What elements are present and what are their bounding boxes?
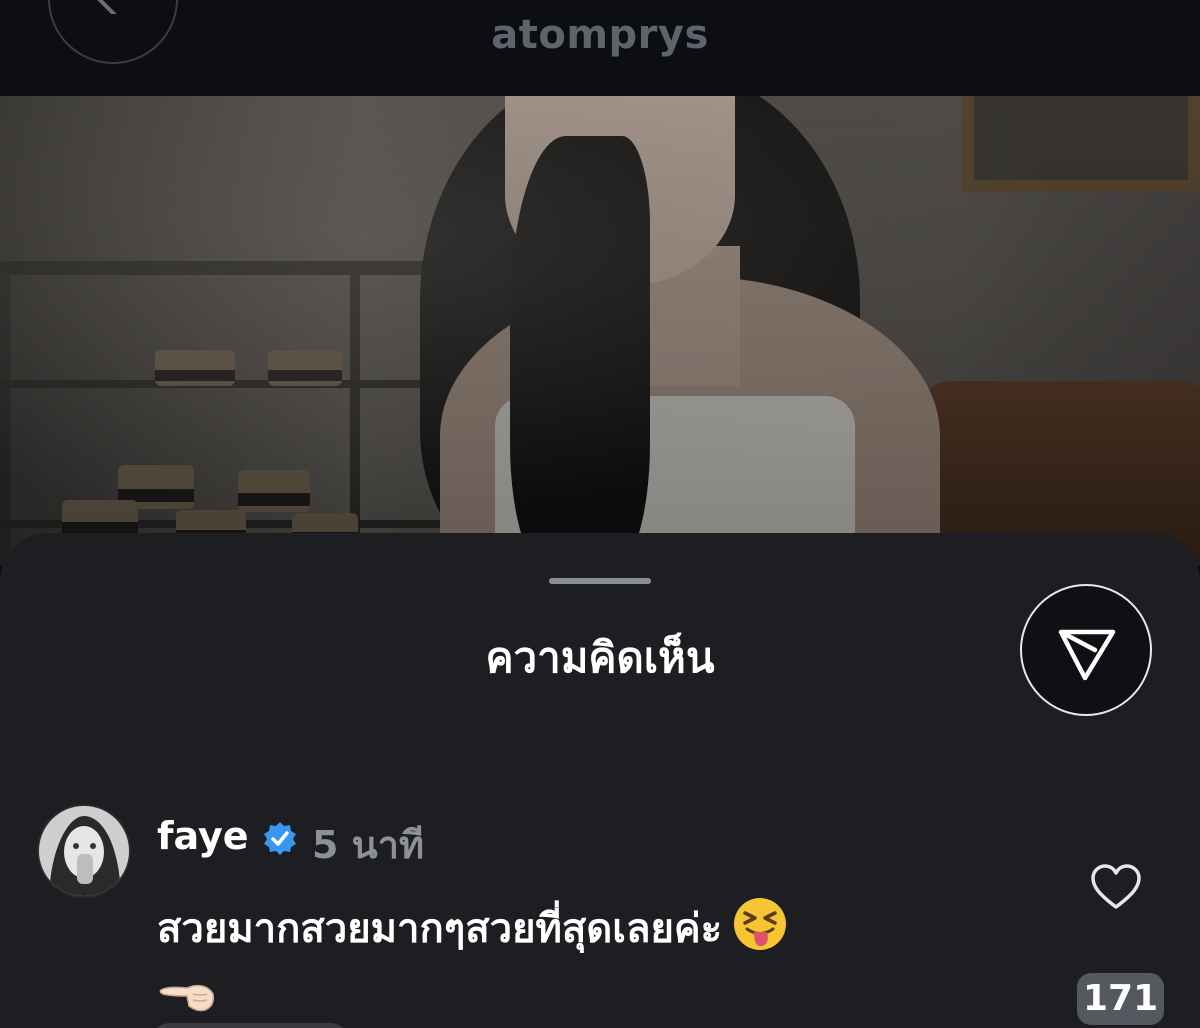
share-button[interactable] [1020,584,1152,716]
post-comments-screen: atomprys ความคิดเห็น faye 5 นาที สวยมากส… [0,0,1200,1028]
avatar[interactable] [37,804,131,898]
comment-text: สวยมากสวยมากๆสวยที่สุดเลยค่ะ [157,893,1017,1028]
comment-timestamp: 5 นาที [312,823,425,867]
heart-icon[interactable] [1090,863,1142,911]
avatar-portrait-icon [39,806,129,896]
comments-sheet: ความคิดเห็น faye 5 นาที สวยมากสวยมากๆสวย… [0,533,1200,1028]
like-count: 171 [1077,973,1165,1025]
comment-username[interactable]: faye [157,814,249,858]
comment-body: สวยมากสวยมากๆสวยที่สุดเลยค่ะ [157,906,723,952]
reply-indicator[interactable] [150,1023,350,1028]
header-username: atomprys [491,12,709,58]
send-icon [1058,629,1116,681]
verified-badge-icon [264,822,296,855]
squinting-face-with-tongue-icon [734,898,787,950]
sheet-grabber[interactable] [549,578,651,584]
pointing-left-hand-icon [159,984,215,1012]
post-photo [0,96,1200,566]
comment-item: faye 5 นาที สวยมากสวยมากๆสวยที่สุดเลยค่ะ [0,798,1200,1028]
top-bar: atomprys [0,0,1200,96]
